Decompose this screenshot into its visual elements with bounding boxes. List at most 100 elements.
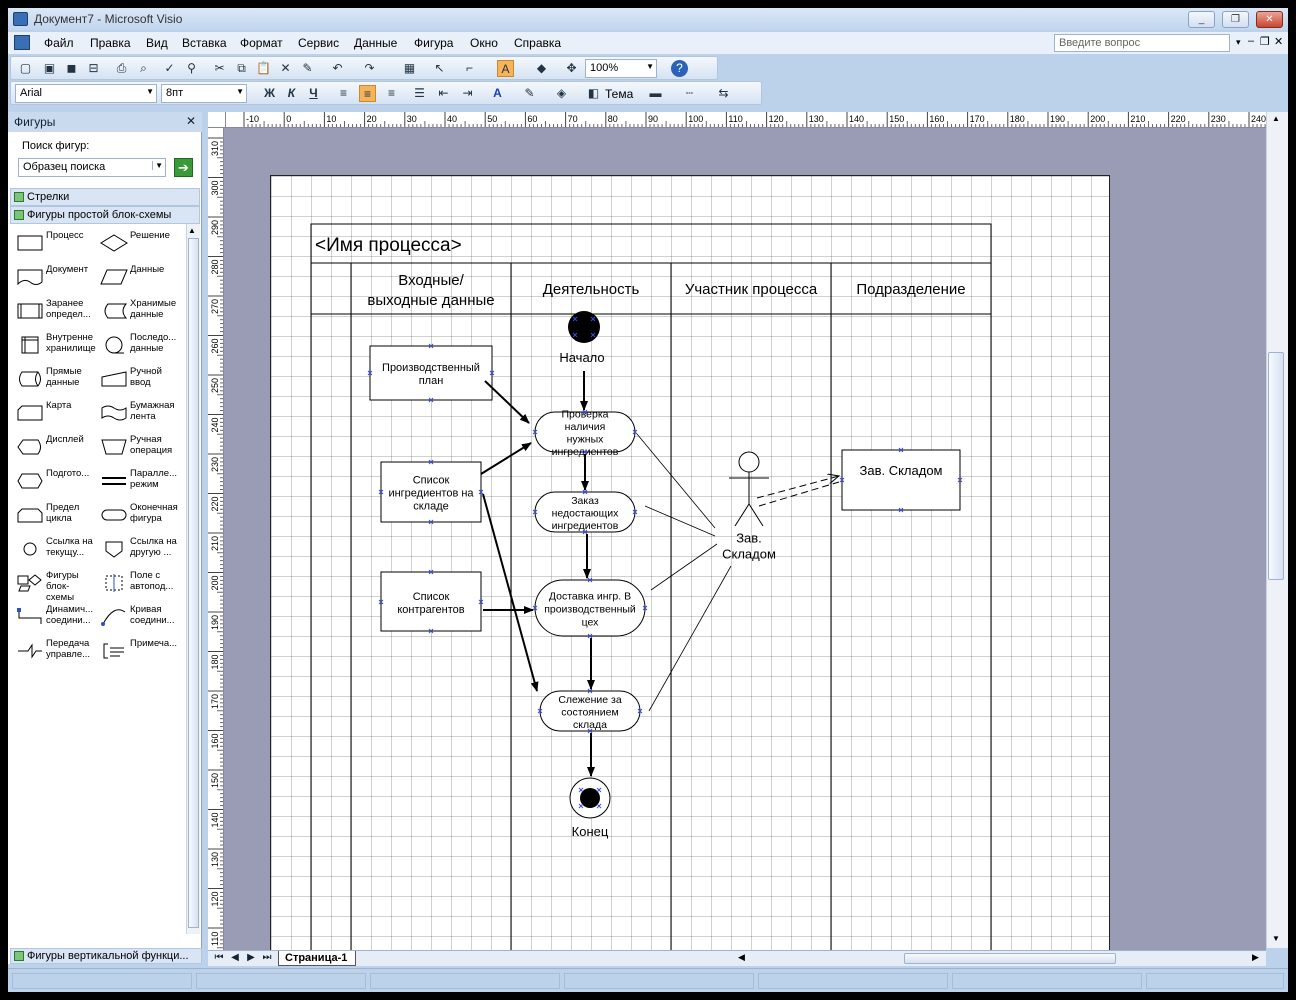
menu-shape[interactable]: Фигура [414, 36, 453, 50]
menu-format[interactable]: Формат [240, 36, 283, 50]
association-line[interactable] [636, 433, 716, 529]
doc-restore-button[interactable]: ❐ [1260, 35, 1270, 48]
theme-button[interactable]: Тема [605, 87, 633, 101]
doc-minimize-icon[interactable]: ▾ [1236, 37, 1241, 48]
text-tool-icon[interactable]: A [497, 60, 514, 77]
shape-annotation[interactable]: Примеча... [96, 636, 178, 666]
open-icon[interactable]: ▣ [41, 60, 58, 77]
last-page-icon[interactable]: ⏭ [260, 952, 274, 963]
menu-edit[interactable]: Правка [90, 36, 131, 50]
restore-button[interactable]: ❐ [1222, 11, 1249, 28]
shape-dynamic-connector[interactable]: Динамич... соедини... [12, 602, 94, 632]
shape-stored-data[interactable]: Хранимые данные [96, 296, 178, 326]
line-color-icon[interactable]: ✎ [521, 85, 538, 102]
association-line[interactable] [650, 543, 718, 591]
font-color-icon[interactable]: A [489, 85, 506, 102]
align-right-icon[interactable]: ≡ [383, 85, 400, 102]
stencil-basic-flowchart[interactable]: Фигуры простой блок-схемы [10, 206, 200, 224]
shape-on-page-reference[interactable]: Ссылка на текущу... [12, 534, 94, 564]
vertical-ruler[interactable]: 310 300 290 280 270 260 250 240 230 220 210 200 190 1… [208, 128, 224, 950]
close-button[interactable]: ✕ [1256, 11, 1283, 28]
spelling-icon[interactable]: ✓ [161, 60, 178, 77]
scroll-right-icon[interactable]: ▶ [1252, 952, 1259, 963]
shape-control-transfer[interactable]: Передача управле... [12, 636, 94, 666]
panel-scroll-thumb[interactable] [188, 238, 199, 928]
menu-view[interactable]: Вид [146, 36, 168, 50]
zoom-combo[interactable]: 100% ▼ [585, 59, 657, 78]
underline-button[interactable]: Ч [305, 85, 322, 102]
flow-ingredients-monitor[interactable] [482, 493, 539, 692]
align-left-icon[interactable]: ≡ [335, 85, 352, 102]
menu-tools[interactable]: Сервис [298, 36, 339, 50]
pointer-tool-icon[interactable]: ↖ [431, 60, 448, 77]
doc-minimize-button[interactable]: – [1248, 35, 1254, 47]
lane-header-participant[interactable]: Участник процесса [685, 281, 818, 298]
scroll-up-icon[interactable]: ▲ [1272, 114, 1280, 123]
shape-off-page-reference[interactable]: Ссылка на другую ... [96, 534, 178, 564]
line-pattern-icon[interactable]: ┄ [681, 85, 698, 102]
shape-parallel-mode[interactable]: Паралле... режим [96, 466, 178, 496]
theme-icon[interactable]: ◧ [585, 85, 602, 102]
flow-plan-check[interactable] [484, 380, 530, 424]
menu-file[interactable]: Файл [44, 36, 74, 50]
next-page-icon[interactable]: ▶ [244, 952, 258, 963]
shape-process[interactable]: Процесс [12, 228, 94, 258]
menu-data[interactable]: Данные [354, 36, 397, 50]
print-preview-icon[interactable]: ⌕ [135, 60, 152, 77]
vertical-scroll-thumb[interactable] [1268, 352, 1284, 580]
menu-help[interactable]: Справка [514, 36, 561, 50]
shape-manual-input[interactable]: Ручной ввод [96, 364, 178, 394]
lane-header-io[interactable]: Входные/выходные данные [367, 272, 494, 309]
shapes-window-icon[interactable]: ▦ [401, 60, 418, 77]
stencil-cross-functional[interactable]: Фигуры вертикальной функци... [10, 948, 202, 964]
close-icon[interactable]: ✕ [186, 114, 196, 128]
line-ends-icon[interactable]: ⇆ [715, 85, 732, 102]
delete-icon[interactable]: ✕ [277, 60, 294, 77]
shape-sequential-data[interactable]: Последо... данные [96, 330, 178, 360]
prev-page-icon[interactable]: ◀ [228, 952, 242, 963]
shape-manual-operation[interactable]: Ручная операция [96, 432, 178, 462]
menu-window[interactable]: Окно [470, 36, 498, 50]
scroll-up-icon[interactable]: ▲ [188, 226, 196, 235]
redo-icon[interactable]: ↷ [361, 60, 378, 77]
search-go-icon[interactable]: ➔ [174, 158, 193, 177]
shape-card[interactable]: Карта [12, 398, 94, 428]
shape-decision[interactable]: Решение [96, 228, 178, 258]
menu-insert[interactable]: Вставка [182, 36, 227, 50]
scroll-left-icon[interactable]: ◀ [738, 952, 745, 963]
association-line[interactable] [648, 565, 732, 712]
shape-preparation[interactable]: Подгото... [12, 466, 94, 496]
new-icon[interactable]: ▢ [17, 60, 34, 77]
print-icon[interactable]: ⎙ [113, 60, 130, 77]
cut-icon[interactable]: ✂ [211, 60, 228, 77]
scroll-down-icon[interactable]: ▼ [1272, 934, 1280, 943]
visio-app-icon[interactable] [13, 12, 28, 26]
shape-display[interactable]: Дисплей [12, 432, 94, 462]
line-weight-icon[interactable]: ▬ [647, 85, 664, 102]
font-size-combo[interactable]: 8пт ▼ [161, 84, 247, 103]
horizontal-scroll-thumb[interactable] [904, 953, 1116, 964]
connector-tool-icon[interactable]: ⌐ [461, 60, 478, 77]
decrease-indent-icon[interactable]: ⇤ [435, 85, 452, 102]
pan-zoom-icon[interactable]: ✥ [563, 60, 580, 77]
association-line[interactable] [644, 505, 716, 537]
shape-predefined[interactable]: Заранее определ... [12, 296, 94, 326]
increase-indent-icon[interactable]: ⇥ [459, 85, 476, 102]
drawing-page[interactable]: <Имя процесса> Входные/выходные данные Д… [270, 175, 1110, 966]
undo-icon[interactable]: ↶ [329, 60, 346, 77]
minimize-button[interactable]: _ [1188, 11, 1215, 28]
fill-color-icon[interactable]: ◈ [553, 85, 570, 102]
horizontal-ruler[interactable]: -10 0 10 20 30 40 50 60 70 80 90 100 110 120 130 140 150… [226, 112, 1288, 128]
page-tab[interactable]: Страница-1 [278, 951, 356, 966]
shape-search-input[interactable]: Образец поиска ▼ [18, 158, 166, 177]
research-icon[interactable]: ⚲ [183, 60, 200, 77]
fill-tool-icon[interactable]: ◆ [533, 60, 550, 77]
permission-icon[interactable]: ⊟ [85, 60, 102, 77]
panel-scrollbar[interactable]: ▲ [186, 224, 200, 934]
first-page-icon[interactable]: ⏮ [212, 952, 226, 963]
font-combo[interactable]: Arial ▼ [15, 84, 157, 103]
start-node[interactable] [568, 311, 600, 343]
lane-header-department[interactable]: Подразделение [856, 281, 965, 298]
actor-head[interactable] [738, 451, 760, 473]
doc-close-button[interactable]: ✕ [1274, 35, 1283, 48]
